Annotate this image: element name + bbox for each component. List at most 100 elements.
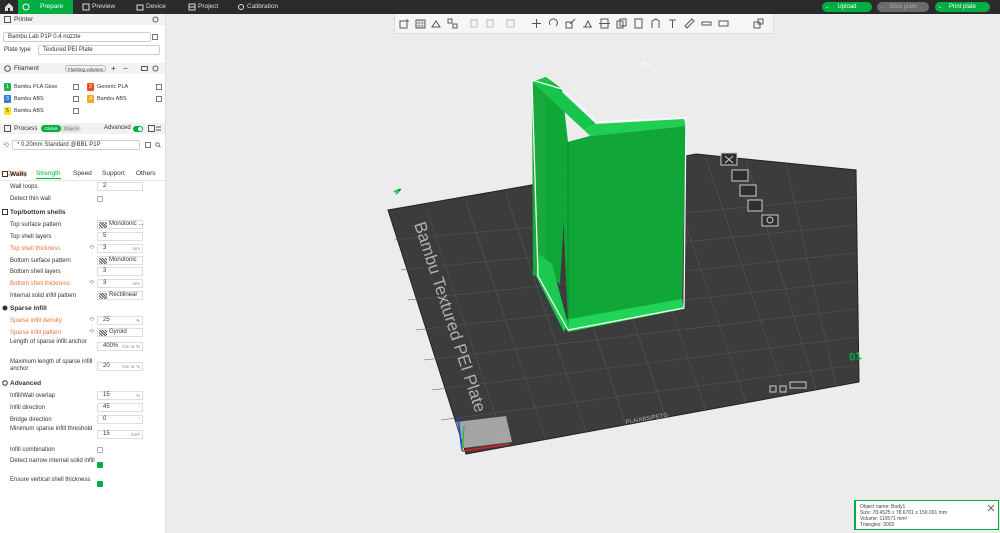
edit-icon[interactable]	[73, 84, 79, 90]
top-bar: Prepare Preview Device Project Calibrati…	[0, 0, 1000, 14]
object-triangles: Triangles: 3002	[860, 522, 895, 528]
close-icon[interactable]	[987, 504, 995, 512]
internal-solid-infill-pattern-select[interactable]: Rectilinear	[97, 291, 143, 300]
filament-item[interactable]: 4 Bambu ABS	[85, 94, 155, 104]
vertical-shell-thickness-checkbox[interactable]	[97, 481, 103, 487]
min-sparse-threshold-input[interactable]: 15 mm²	[97, 430, 143, 439]
orient-plate-icon[interactable]	[739, 184, 757, 197]
dropdown-icon[interactable]: ⌄	[938, 2, 942, 12]
printer-icon	[4, 16, 11, 23]
filament-section-header: Filament Flushing volumes + −	[0, 63, 165, 74]
printer-select[interactable]: Bambu Lab P1P 0.4 nozzle	[3, 32, 151, 42]
settings-icon[interactable]	[152, 65, 159, 72]
detect-narrow-infill-checkbox[interactable]	[97, 462, 103, 468]
compare-icon[interactable]	[148, 125, 155, 132]
search-icon[interactable]	[155, 142, 161, 148]
sparse-infill-density-input[interactable]: 25%	[97, 316, 143, 325]
divider	[0, 180, 165, 181]
detect-thin-wall-checkbox[interactable]	[97, 196, 103, 202]
arrange-plate-icon[interactable]	[731, 169, 749, 182]
internal-solid-infill-pattern-label: Internal solid infill pattern	[10, 293, 77, 299]
edit-icon[interactable]	[73, 96, 79, 102]
flushing-volumes-button[interactable]: Flushing volumes	[65, 65, 107, 72]
save-icon[interactable]	[145, 142, 151, 148]
calibration-icon	[238, 4, 244, 10]
top-surface-pattern-select[interactable]: Monotonic ...	[97, 220, 143, 229]
objects-option[interactable]: Objects	[62, 125, 81, 132]
reset-icon[interactable]: ⟲	[89, 280, 95, 286]
infill-anchor-input[interactable]: 400% mm or %	[97, 342, 143, 351]
tab-device[interactable]: Device	[132, 0, 182, 14]
bridge-direction-input[interactable]: 0 °	[97, 415, 143, 424]
list-icon[interactable]	[155, 125, 162, 132]
edit-icon[interactable]	[156, 96, 162, 102]
unit-label: °	[138, 417, 140, 422]
infill-combination-checkbox[interactable]	[97, 447, 103, 453]
add-icon[interactable]: +	[111, 63, 116, 74]
printer-section-header: Printer	[0, 14, 165, 25]
bottom-shell-layers-input[interactable]: 3	[97, 267, 143, 276]
reset-icon[interactable]: ⟲	[3, 141, 9, 149]
wall-loops-input[interactable]: 2	[97, 182, 143, 191]
edit-icon[interactable]	[73, 108, 79, 114]
global-option[interactable]: Global	[41, 125, 61, 132]
walls-icon	[2, 171, 8, 177]
plate-type-select[interactable]: Textured PEI Plate	[38, 45, 160, 55]
detect-thin-wall-label: Detect thin wall	[10, 196, 51, 202]
tab-prepare[interactable]: Prepare	[18, 0, 73, 14]
advanced-toggle[interactable]	[133, 126, 143, 132]
reset-icon[interactable]: ⟲	[89, 317, 95, 323]
filament-item[interactable]: 2 Generic PLA	[85, 82, 155, 92]
bottom-shell-thickness-input[interactable]: 3 mm	[97, 279, 143, 288]
sparse-infill-pattern-select[interactable]: Gyroid	[97, 328, 143, 337]
filament-item[interactable]: 5 Bambu ABS	[2, 106, 74, 116]
lock-plate-icon[interactable]	[747, 199, 763, 212]
upload-button[interactable]: ⌄ Upload	[822, 2, 872, 12]
global-objects-switch[interactable]: Global Objects	[41, 125, 81, 132]
tab-project[interactable]: Project	[184, 0, 234, 14]
infill-wall-overlap-label: Infill/Wall overlap	[10, 393, 56, 399]
top-shell-thickness-input[interactable]: 3 mm	[97, 244, 143, 253]
dropdown-icon[interactable]: ⌄	[825, 2, 829, 12]
filament-item[interactable]: 3 Bambu ABS	[2, 94, 74, 104]
tab-label: Prepare	[40, 3, 64, 10]
filament-title: Filament	[14, 65, 39, 72]
remove-icon[interactable]: −	[123, 63, 128, 74]
bottom-shell-thickness-value: 3	[103, 280, 107, 286]
filament-name: Bambu ABS	[14, 96, 44, 102]
edit-icon[interactable]	[156, 84, 162, 90]
process-title: Process	[14, 125, 38, 132]
dropdown-icon[interactable]: ⌄	[880, 2, 884, 12]
slice-plate-button[interactable]: ⌄ Slice plate	[877, 2, 929, 12]
process-preset-select[interactable]: * 0.20mm Standard @BBL P1P	[12, 140, 140, 150]
filament-item[interactable]: 1 Bambu PLA Glow	[2, 82, 74, 92]
unit-label: mm²	[131, 432, 140, 437]
tab-preview[interactable]: Preview	[78, 0, 128, 14]
reset-icon[interactable]: ⟲	[89, 329, 95, 335]
process-icon	[4, 125, 11, 132]
top-shell-layers-value: 5	[103, 233, 107, 239]
device-icon	[136, 4, 144, 11]
reset-icon[interactable]: ⟲	[89, 245, 95, 251]
infill-wall-overlap-value: 15	[103, 392, 110, 398]
home-icon[interactable]	[4, 2, 14, 12]
edit-icon[interactable]	[152, 34, 158, 40]
bottom-shell-layers-value: 3	[103, 268, 107, 274]
top-shell-thickness-label: Top shell thickness	[10, 246, 61, 252]
left-panel: Printer Bambu Lab P1P 0.4 nozzle Plate t…	[0, 14, 166, 533]
print-plate-button[interactable]: ⌄ Print plate	[935, 2, 990, 12]
infill-wall-overlap-input[interactable]: 15%	[97, 391, 143, 400]
filament-swatch: 3	[4, 95, 11, 103]
settings-icon[interactable]	[152, 16, 159, 23]
tab-calibration[interactable]: Calibration	[233, 0, 293, 14]
top-shell-layers-input[interactable]: 5	[97, 232, 143, 241]
3d-viewport[interactable]: Bambu Textured PEI Plate 01 PLA/ABS/PETG	[166, 14, 1000, 533]
sync-icon[interactable]	[141, 65, 148, 72]
vertical-shell-thickness-label: Ensure vertical shell thickness	[10, 477, 91, 483]
advanced-group-title: Advanced	[0, 379, 165, 388]
max-infill-anchor-input[interactable]: 20 mm or %	[97, 362, 143, 371]
wall-loops-label: Wall loops	[10, 184, 38, 190]
bottom-surface-pattern-select[interactable]: Monotonic	[97, 256, 143, 265]
detect-narrow-infill-label: Detect narrow internal solid infill	[10, 458, 95, 464]
infill-direction-input[interactable]: 45 °	[97, 403, 143, 412]
